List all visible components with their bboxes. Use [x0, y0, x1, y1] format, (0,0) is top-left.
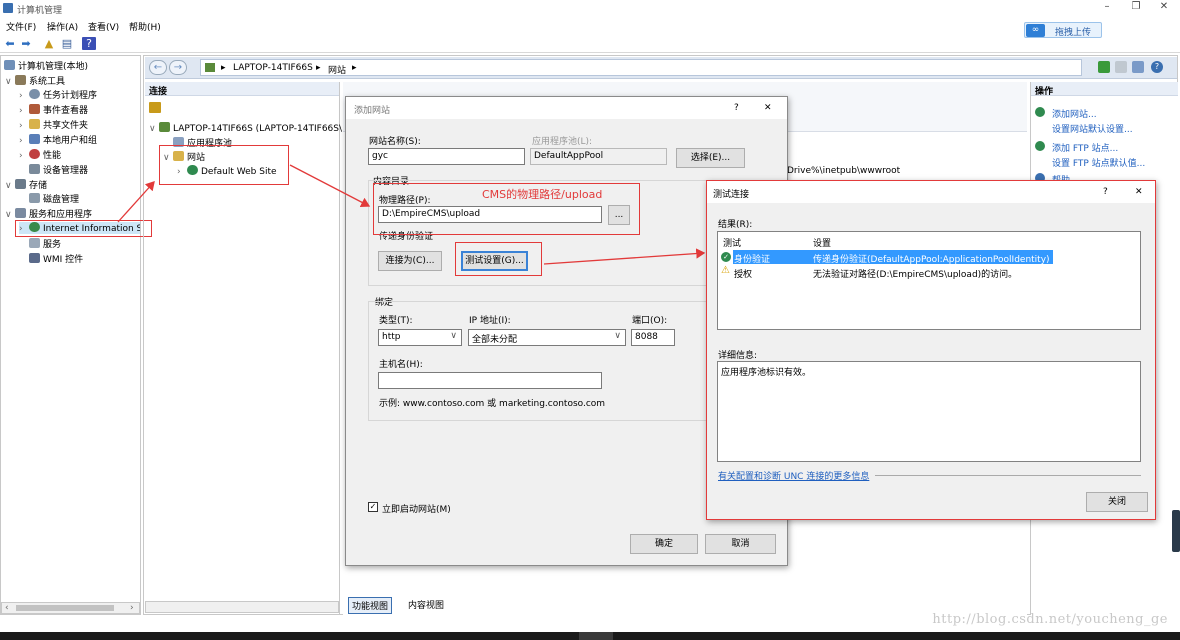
taskbar-active-app[interactable] — [579, 632, 613, 640]
taskbar — [0, 632, 1180, 640]
test-connection-dialog: 测试连接 ? ✕ 结果(R): 测试 设置 ✓ 身份验证 传递身份验证(Defa… — [706, 180, 1156, 520]
result-setting-auth: 传递身份验证(DefaultAppPool:ApplicationPoolIde… — [813, 255, 1050, 265]
results-label: 结果(R): — [718, 220, 753, 230]
details-label: 详细信息: — [718, 351, 758, 361]
arrow-tree-to-sites — [117, 181, 155, 223]
test-dialog-close-button[interactable]: ✕ — [1135, 187, 1143, 197]
test-dialog-title: 测试连接 — [713, 190, 750, 200]
test-close-button[interactable]: 关闭 — [1086, 492, 1148, 512]
test-dialog-help-button[interactable]: ? — [1103, 187, 1108, 197]
watermark: http://blog.csdn.net/youcheng_ge — [932, 612, 1168, 627]
column-test: 测试 — [723, 239, 742, 249]
test-dialog-titlebar: 测试连接 ? ✕ — [707, 181, 1155, 203]
result-setting-authorization: 无法验证对路径(D:\EmpireCMS\upload)的访问。 — [813, 270, 1018, 280]
check-ok-icon: ✓ — [721, 252, 731, 262]
column-setting: 设置 — [813, 239, 832, 249]
link-divider — [875, 475, 1141, 476]
warning-icon: ⚠ — [721, 265, 730, 276]
arrow-test-to-dialog — [543, 248, 706, 265]
result-test-authorization: 授权 — [734, 270, 753, 280]
results-list[interactable]: 测试 设置 ✓ 身份验证 传递身份验证(DefaultAppPool:Appli… — [717, 231, 1141, 330]
arrow-sites-to-path — [289, 164, 371, 208]
unc-more-info-link[interactable]: 有关配置和诊断 UNC 连接的更多信息 — [718, 469, 869, 482]
details-textbox[interactable]: 应用程序池标识有效。 — [717, 361, 1141, 462]
result-test-auth: 身份验证 — [734, 255, 771, 265]
